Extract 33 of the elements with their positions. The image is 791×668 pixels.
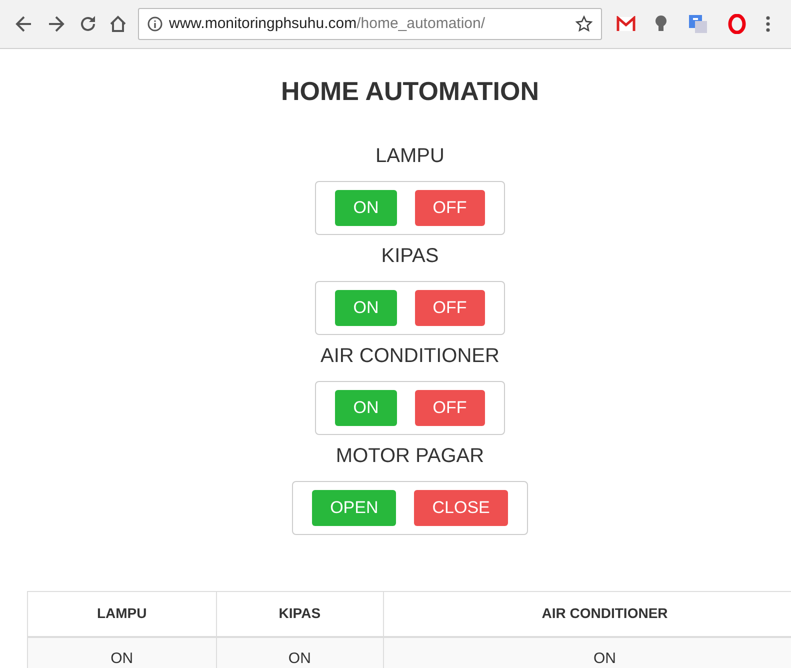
off-button[interactable]: OFF xyxy=(414,390,485,426)
url-host-text: www.monitoringphsuhu.com xyxy=(169,14,357,34)
lightbulb-icon[interactable] xyxy=(654,15,668,33)
table-cell: ON xyxy=(216,636,384,668)
off-button[interactable]: OFF xyxy=(414,290,485,326)
on-button[interactable]: ON xyxy=(335,290,397,326)
url-path-text: /home_automation/ xyxy=(356,14,486,34)
menu-icon[interactable] xyxy=(766,16,770,32)
on-button[interactable]: ON xyxy=(335,190,397,226)
table-cell: ON xyxy=(28,636,216,668)
column-header: LAMPU xyxy=(28,592,216,636)
column-header: AIR CONDITIONER xyxy=(383,592,791,636)
off-button[interactable]: OFF xyxy=(414,190,485,226)
info-icon[interactable] xyxy=(147,16,163,32)
device-label: MOTOR PAGAR xyxy=(336,444,484,468)
column-header: KIPAS xyxy=(216,592,384,636)
table-cell: ON xyxy=(383,636,791,668)
home-icon[interactable] xyxy=(108,14,128,34)
page-title: HOME AUTOMATION xyxy=(280,75,540,108)
star-icon[interactable] xyxy=(575,15,593,33)
device-label: KIPAS xyxy=(381,244,439,268)
on-button[interactable]: OPEN xyxy=(312,490,396,526)
translate-icon[interactable] xyxy=(688,14,708,34)
reload-icon[interactable] xyxy=(78,14,98,34)
mail-icon[interactable] xyxy=(616,16,636,32)
device-label: AIR CONDITIONER xyxy=(320,344,500,368)
back-icon[interactable] xyxy=(14,14,34,34)
address-field[interactable]: www.monitoringphsuhu.com/home_automation/ xyxy=(138,8,602,40)
forward-icon[interactable] xyxy=(46,14,66,34)
device-label: LAMPU xyxy=(376,144,444,168)
off-button[interactable]: CLOSE xyxy=(414,490,508,526)
opera-icon[interactable] xyxy=(728,14,746,34)
on-button[interactable]: ON xyxy=(335,390,397,426)
